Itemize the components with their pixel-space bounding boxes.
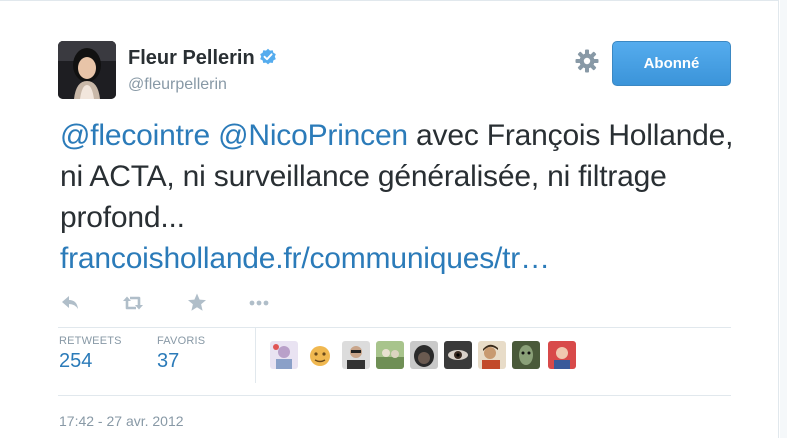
user-name[interactable]: Fleur Pellerin	[128, 47, 277, 72]
favoriter-avatar[interactable]	[548, 341, 576, 369]
mention-link[interactable]: @flecointre	[60, 119, 210, 152]
url-link[interactable]: francoishollande.fr/communiques/tr…	[60, 242, 550, 275]
retweets-stat[interactable]: RETWEETS 254	[59, 335, 122, 373]
tweet-text: @flecointre @NicoPrincen avec François H…	[60, 115, 750, 279]
favoriter-avatar[interactable]	[444, 341, 472, 369]
page-background	[780, 0, 787, 438]
retweets-label: RETWEETS	[59, 335, 122, 347]
tweet-card: Fleur Pellerin @fleurpellerin Abonné @fl…	[0, 0, 779, 438]
favoriter-avatar[interactable]	[410, 341, 438, 369]
reply-icon[interactable]	[58, 291, 82, 315]
favoriter-avatar[interactable]	[512, 341, 540, 369]
gear-icon[interactable]	[574, 48, 600, 74]
divider	[58, 395, 731, 396]
favorites-stat[interactable]: FAVORIS 37	[157, 335, 205, 373]
favoriter-avatar[interactable]	[306, 341, 334, 369]
retweet-icon[interactable]	[121, 291, 145, 315]
favoriter-avatar[interactable]	[376, 341, 404, 369]
following-button[interactable]: Abonné	[612, 41, 731, 86]
favoriter-avatar[interactable]	[270, 341, 298, 369]
favorites-count[interactable]: 37	[157, 350, 205, 373]
verified-badge-icon	[259, 48, 277, 72]
mention-link[interactable]: @NicoPrincen	[218, 119, 408, 152]
favoriter-avatar[interactable]	[342, 341, 370, 369]
divider	[58, 327, 731, 328]
more-dots-icon[interactable]	[247, 291, 271, 315]
tweet-timestamp[interactable]: 17:42 - 27 avr. 2012	[59, 413, 184, 429]
favorite-star-icon[interactable]	[185, 291, 209, 315]
user-handle[interactable]: @fleurpellerin	[128, 76, 227, 94]
favorites-label: FAVORIS	[157, 335, 206, 347]
retweets-count[interactable]: 254	[59, 350, 122, 373]
stats-separator	[255, 328, 256, 383]
user-avatar[interactable]	[58, 41, 116, 99]
favoriter-avatar[interactable]	[478, 341, 506, 369]
user-name-text[interactable]: Fleur Pellerin	[128, 47, 255, 69]
